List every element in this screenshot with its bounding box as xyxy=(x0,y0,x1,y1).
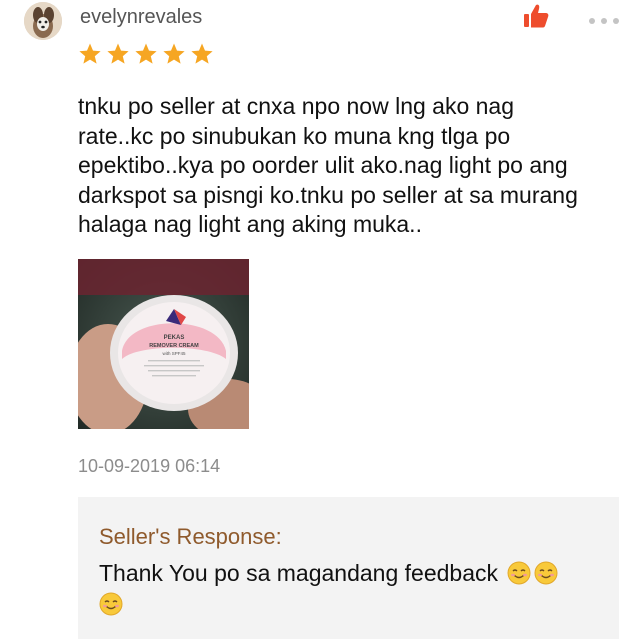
star-icon xyxy=(107,43,129,64)
star-icon xyxy=(79,43,101,64)
smiling-face-emoji xyxy=(99,592,123,616)
review-timestamp: 10-09-2019 06:14 xyxy=(78,456,221,476)
like-icon[interactable] xyxy=(523,3,549,29)
seller-response-box: Seller's Response: Thank You po sa magan… xyxy=(78,497,619,639)
smiling-face-emoji xyxy=(507,561,531,585)
star-icon xyxy=(135,43,157,64)
smiling-face-emoji xyxy=(534,561,558,585)
photo-product-line3: with SPF45 xyxy=(162,351,186,356)
seller-response-text-container: Thank You po sa magandang feedback xyxy=(99,558,604,620)
reviewer-username: evelynrevales xyxy=(80,6,203,28)
star-icon xyxy=(163,43,185,64)
avatar[interactable] xyxy=(24,2,62,40)
star-rating xyxy=(78,42,214,66)
photo-product-line1: PEKAS xyxy=(164,335,185,341)
more-options-icon[interactable] xyxy=(588,12,620,24)
review-text: tnku po seller at cnxa npo now lng ako n… xyxy=(78,93,578,237)
seller-response-text: Thank You po sa magandang feedback xyxy=(99,560,498,586)
seller-response-title: Seller's Response: xyxy=(99,524,282,549)
photo-product-line2: REMOVER CREAM xyxy=(149,343,199,349)
star-icon xyxy=(191,43,213,64)
review-photo[interactable]: PEKAS REMOVER CREAM with SPF45 xyxy=(78,259,249,429)
